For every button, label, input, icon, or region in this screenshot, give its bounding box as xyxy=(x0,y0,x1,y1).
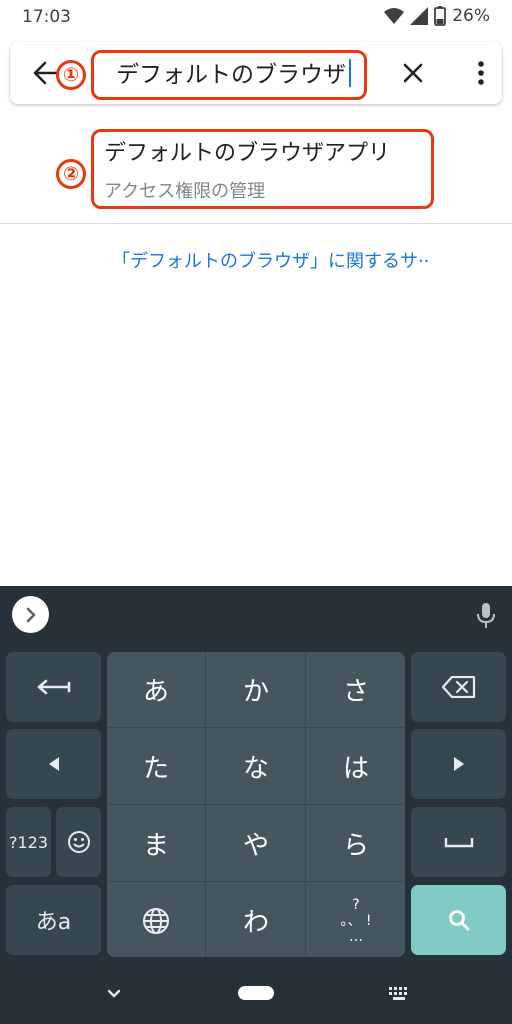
punct-bot: … xyxy=(349,928,363,945)
emoji-key[interactable] xyxy=(56,807,101,877)
divider xyxy=(0,223,512,224)
annotation-box-1 xyxy=(91,50,367,100)
input-mode-key[interactable]: あa xyxy=(6,885,101,955)
grid-line xyxy=(107,804,405,805)
enter-key[interactable] xyxy=(6,652,101,722)
triangle-left-icon xyxy=(48,757,59,771)
search-icon xyxy=(448,910,469,931)
kana-grid: あ か さ た な は ま や ら わ ? 。、 ! … xyxy=(107,652,405,957)
status-time: 17:03 xyxy=(22,7,71,27)
related-search-link[interactable]: 「デフォルトのブラウザ」に関するサ·· xyxy=(112,247,429,273)
numbers-key[interactable]: ?123 xyxy=(6,807,51,877)
navigation-bar xyxy=(0,966,512,1024)
key-ka[interactable]: か xyxy=(207,652,305,727)
triangle-right-icon xyxy=(453,757,464,771)
grid-line xyxy=(107,727,405,728)
grid-line xyxy=(107,881,405,882)
key-wa[interactable]: わ xyxy=(207,883,305,957)
chevron-down-icon[interactable] xyxy=(106,988,122,1000)
space-key[interactable] xyxy=(411,807,506,877)
key-na[interactable]: な xyxy=(207,729,305,804)
globe-icon xyxy=(143,907,169,934)
space-icon xyxy=(444,838,473,848)
signal-icon xyxy=(410,7,429,25)
input-mode-label: あa xyxy=(35,910,72,935)
key-sa[interactable]: さ xyxy=(307,652,405,727)
cursor-left-key[interactable] xyxy=(6,729,101,799)
key-ya[interactable]: や xyxy=(207,806,305,881)
home-pill[interactable] xyxy=(238,986,274,1000)
key-a[interactable]: あ xyxy=(107,652,205,727)
cursor-right-key[interactable] xyxy=(411,729,506,799)
backspace-icon xyxy=(441,676,475,698)
mic-icon[interactable] xyxy=(476,602,496,630)
enter-icon xyxy=(37,679,70,695)
emoji-icon xyxy=(67,831,90,853)
wifi-icon xyxy=(384,8,405,24)
annotation-marker-2: ② xyxy=(56,159,86,189)
keyboard-toolbar xyxy=(0,586,512,648)
key-ha[interactable]: は xyxy=(307,729,405,804)
annotation-box-2 xyxy=(91,129,434,209)
battery-percent: 26% xyxy=(452,6,490,26)
keyboard-expand-button[interactable] xyxy=(12,596,49,633)
clear-icon[interactable] xyxy=(402,62,424,84)
punctuation-key[interactable]: ? 。、 ! … xyxy=(307,883,405,957)
key-ra[interactable]: ら xyxy=(307,806,405,881)
search-key[interactable] xyxy=(411,885,506,955)
backspace-key[interactable] xyxy=(411,652,506,722)
battery-icon xyxy=(434,6,447,26)
punct-top: ? xyxy=(352,896,360,913)
status-bar: 17:03 26% xyxy=(0,0,512,34)
key-ta[interactable]: た xyxy=(107,729,205,804)
chevron-right-icon xyxy=(26,607,35,622)
annotation-marker-1: ① xyxy=(56,60,86,90)
globe-key[interactable] xyxy=(107,883,205,957)
status-icons: 26% xyxy=(384,6,490,26)
more-vert-icon[interactable] xyxy=(476,58,486,88)
key-ma[interactable]: ま xyxy=(107,806,205,881)
punct-mid: 。、 ! xyxy=(340,912,372,929)
keyboard: ?123 あa あ か さ た な は ま や ら わ ? 。、 ! … xyxy=(0,586,512,1024)
keyboard-switch-icon[interactable] xyxy=(388,986,410,1002)
